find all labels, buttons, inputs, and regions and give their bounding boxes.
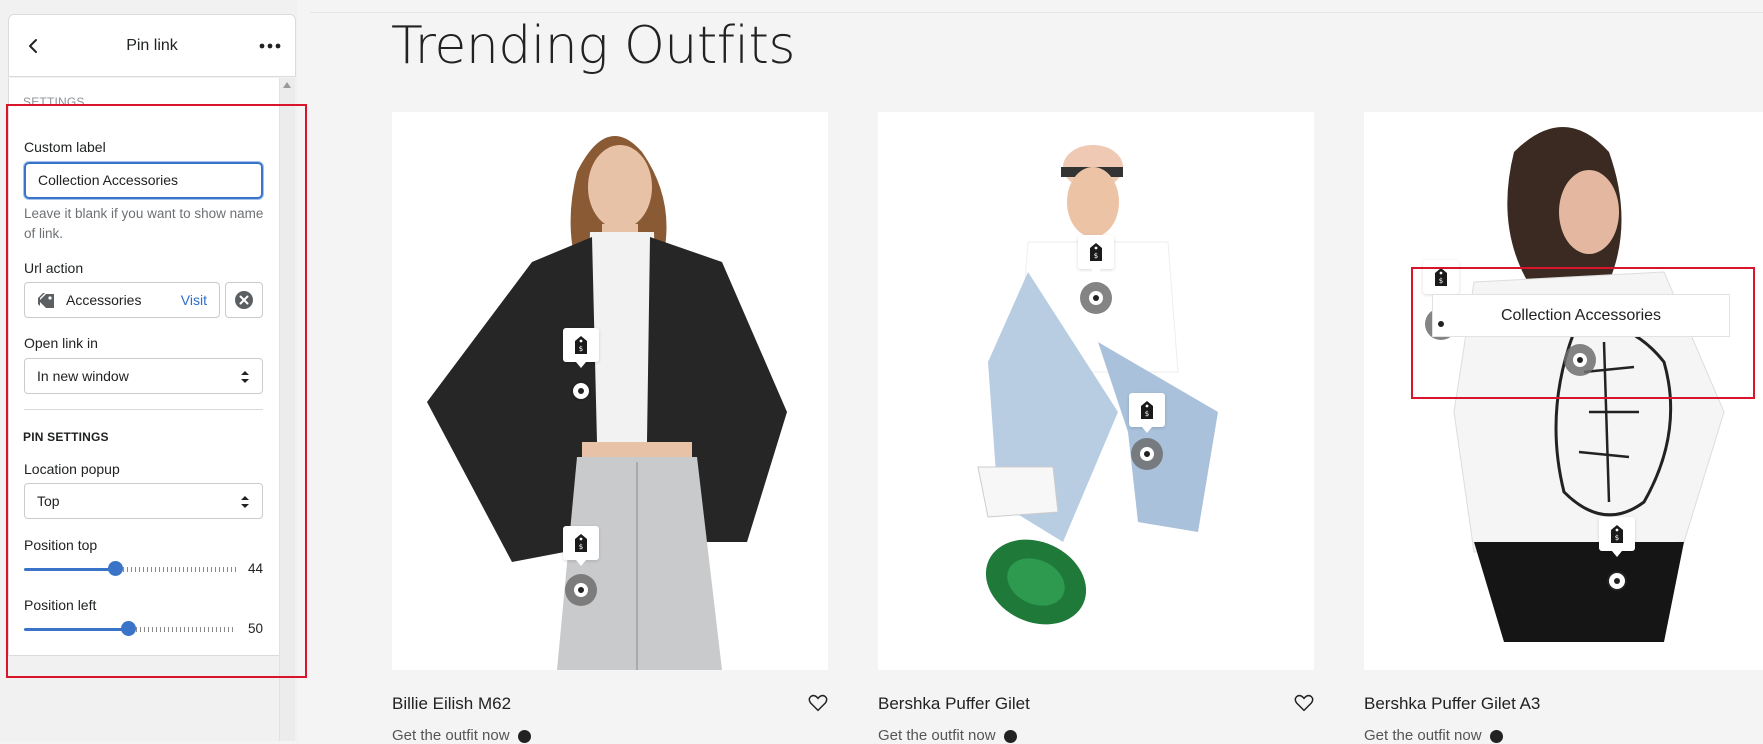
position-top-slider[interactable] xyxy=(24,561,236,576)
price-tag-icon: $ xyxy=(575,534,587,552)
pin-hotspot[interactable] xyxy=(565,574,597,606)
panel-title: Pin link xyxy=(126,37,178,54)
custom-label-help: Leave it blank if you want to show name … xyxy=(24,206,264,241)
pin-tag-bubble[interactable]: $ xyxy=(563,526,599,566)
more-horizontal-icon[interactable] xyxy=(257,36,283,56)
svg-text:$: $ xyxy=(579,345,583,353)
card-link-1[interactable]: Get the outfit now xyxy=(392,727,531,744)
pin-hotspot[interactable] xyxy=(1607,571,1627,591)
pin-hotspot[interactable] xyxy=(1131,438,1163,470)
pin-hotspot-icon xyxy=(578,587,584,593)
pin-hotspot-icon xyxy=(1438,321,1444,327)
pin-tag-bubble[interactable]: $ xyxy=(1078,235,1114,275)
card-link-label: Get the outfit now xyxy=(1364,727,1482,744)
slider-fill xyxy=(24,628,128,631)
sidebar-scrollbar[interactable] xyxy=(279,78,295,741)
price-tag-icon: $ xyxy=(1090,243,1102,261)
divider xyxy=(24,409,263,410)
select-caret-icon xyxy=(241,496,249,508)
pin-hotspot-icon xyxy=(578,388,584,394)
pin-tag-bubble[interactable]: $ xyxy=(563,328,599,368)
slider-thumb[interactable] xyxy=(108,561,123,576)
card-link-3[interactable]: Get the outfit now xyxy=(1364,727,1503,744)
clear-url-button[interactable] xyxy=(225,282,263,318)
custom-label-label: Custom label xyxy=(24,139,106,155)
card-link-2[interactable]: Get the outfit now xyxy=(878,727,1017,744)
heart-icon[interactable] xyxy=(807,692,829,714)
card-link-label: Get the outfit now xyxy=(878,727,996,744)
pin-tag-bubble[interactable]: $ xyxy=(1423,260,1459,300)
visit-link[interactable]: Visit xyxy=(181,292,207,308)
location-popup-value: Top xyxy=(37,493,60,509)
pin-hotspot[interactable] xyxy=(1080,282,1112,314)
card-title-3[interactable]: Bershka Puffer Gilet A3 xyxy=(1364,694,1540,714)
svg-text:$: $ xyxy=(1094,252,1098,260)
main-divider xyxy=(310,12,1763,13)
page-title: Trending Outfits xyxy=(391,16,795,76)
url-action-label: Url action xyxy=(24,260,84,276)
pin-hotspot-icon xyxy=(1144,451,1150,457)
position-top-value: 44 xyxy=(248,561,264,576)
card-title-2[interactable]: Bershka Puffer Gilet xyxy=(878,694,1030,714)
open-link-label: Open link in xyxy=(24,335,98,351)
price-tag-icon: $ xyxy=(1141,401,1153,419)
svg-text:$: $ xyxy=(1439,277,1443,285)
card-title-1[interactable]: Billie Eilish M62 xyxy=(392,694,511,714)
outfit-image-1 xyxy=(427,136,787,670)
position-left-label: Position left xyxy=(24,597,97,613)
scroll-up-arrow-icon[interactable] xyxy=(283,82,291,88)
price-tag-icon: $ xyxy=(575,336,587,354)
pin-popup-label[interactable]: Collection Accessories xyxy=(1432,294,1730,337)
pin-hotspot-icon xyxy=(1614,578,1620,584)
svg-text:$: $ xyxy=(1145,410,1149,418)
pin-hotspot-icon xyxy=(1577,357,1583,363)
slider-thumb[interactable] xyxy=(121,621,136,636)
pin-hotspot-icon xyxy=(1093,295,1099,301)
svg-text:$: $ xyxy=(1615,534,1619,542)
outfit-card-1[interactable]: $ $ xyxy=(392,112,828,670)
pin-settings-heading: PIN SETTINGS xyxy=(23,430,109,444)
outfit-card-3[interactable]: $ $ xyxy=(1364,112,1763,670)
panel-header: Pin link xyxy=(8,14,296,77)
outfit-image-2 xyxy=(977,145,1218,625)
price-tag-icon: $ xyxy=(1435,268,1447,286)
select-caret-icon xyxy=(241,371,249,383)
location-popup-label: Location popup xyxy=(24,461,120,477)
settings-heading: SETTINGS xyxy=(23,95,85,109)
pin-hotspot[interactable] xyxy=(1564,344,1596,376)
pin-hotspot[interactable] xyxy=(571,381,591,401)
custom-label-input[interactable]: Collection Accessories xyxy=(24,162,263,199)
position-top-label: Position top xyxy=(24,537,98,553)
location-popup-select[interactable]: Top xyxy=(24,483,263,519)
position-left-value: 50 xyxy=(248,621,264,636)
price-tag-icon: $ xyxy=(1611,525,1623,543)
url-action-field[interactable]: Accessories Visit xyxy=(24,282,220,318)
svg-text:$: $ xyxy=(579,543,583,551)
outfit-image-3 xyxy=(1453,127,1725,642)
open-link-select[interactable]: In new window xyxy=(24,358,263,394)
slider-fill xyxy=(24,568,115,571)
position-left-slider[interactable] xyxy=(24,621,236,636)
url-action-value: Accessories xyxy=(66,292,142,308)
card-link-label: Get the outfit now xyxy=(392,727,510,744)
outfit-card-2[interactable]: $ $ xyxy=(878,112,1314,670)
pin-tag-bubble[interactable]: $ xyxy=(1599,517,1635,557)
tag-icon xyxy=(38,293,54,308)
heart-icon[interactable] xyxy=(1293,692,1315,714)
slider-ticks xyxy=(123,567,236,572)
open-link-value: In new window xyxy=(37,368,129,384)
pin-tag-bubble[interactable]: $ xyxy=(1129,393,1165,433)
slider-ticks xyxy=(136,627,236,632)
clear-icon xyxy=(235,291,253,309)
